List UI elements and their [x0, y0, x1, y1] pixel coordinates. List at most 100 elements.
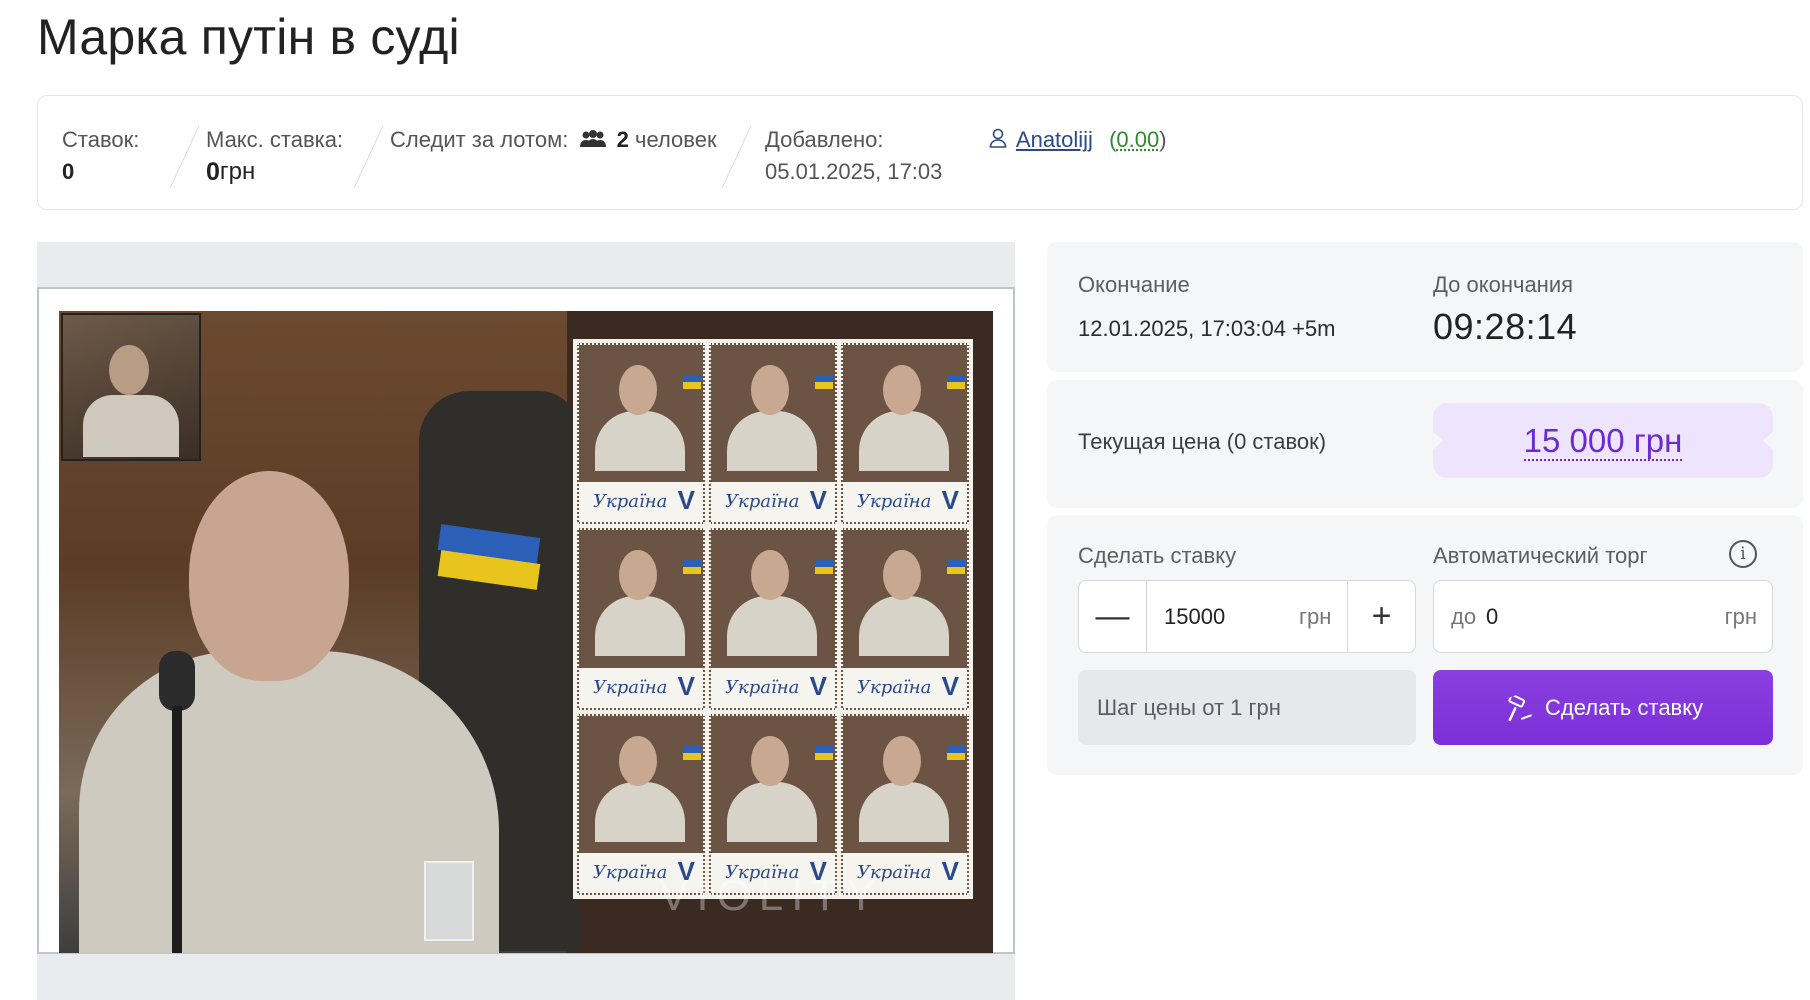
bid-stepper: — 15000 грн + — [1078, 580, 1416, 653]
seller-link[interactable]: Anatolijj — [1016, 127, 1093, 152]
stamp-band — [947, 375, 965, 389]
added-label: Добавлено: — [765, 127, 884, 152]
stamp-body — [727, 781, 817, 842]
stamp-body — [859, 781, 949, 842]
user-icon — [989, 125, 1007, 157]
stamp-head — [619, 365, 657, 415]
end-label: Окончание — [1078, 272, 1190, 297]
stamp-body — [595, 596, 685, 657]
microphone-icon — [159, 651, 195, 711]
stamp-v: V — [941, 855, 959, 886]
price-step-note: Шаг цены от 1 грн — [1078, 670, 1416, 745]
stamp: Україна V — [709, 343, 837, 525]
mic-stand — [172, 706, 182, 953]
remaining-label: До окончания — [1433, 272, 1574, 297]
glass-shape — [424, 861, 474, 941]
plus-icon[interactable]: + — [1347, 581, 1415, 652]
auto-bid-currency: грн — [1724, 604, 1757, 629]
minus-icon[interactable]: — — [1079, 581, 1147, 652]
stamp-body — [859, 596, 949, 657]
stamp: Україна V — [709, 713, 837, 895]
bid-label: Сделать ставку — [1078, 543, 1237, 568]
stamp-band — [947, 745, 965, 760]
watchers-block: Следит за лотом: 2 человек — [390, 124, 717, 157]
stamp-head — [751, 735, 789, 786]
added-value: 05.01.2025, 17:03 — [765, 159, 943, 184]
lot-photo[interactable]: Україна V Україна V Україна V Україна V Укра… — [59, 311, 993, 953]
people-icon — [579, 125, 607, 157]
countdown-timer: 09:28:14 — [1433, 306, 1578, 347]
stamp-band — [815, 745, 833, 760]
watermark: VIOLITY — [659, 871, 884, 920]
bids-label: Ставок: — [62, 127, 140, 152]
stamp-band — [683, 560, 701, 575]
stamp-body — [595, 411, 685, 471]
stamp-band — [815, 560, 833, 575]
seller-rating[interactable]: 0.00 — [1116, 127, 1159, 152]
stamp-v: V — [941, 485, 959, 516]
current-price-value: 15 000 грн — [1523, 422, 1683, 461]
stamp: Україна V — [709, 528, 837, 710]
stamp-v: V — [809, 670, 827, 701]
stamp-head — [619, 550, 657, 601]
max-bid-block: Макс. ставка: 0 грн — [206, 124, 343, 189]
stamp-v: V — [677, 485, 695, 516]
stamp-v: V — [941, 670, 959, 701]
stamp-head — [883, 735, 921, 786]
lot-image-frame[interactable]: Україна V Україна V Україна V Україна V Укра… — [37, 287, 1015, 954]
stamp-head — [619, 735, 657, 786]
stamp: Україна V — [577, 343, 705, 525]
auto-bid-input[interactable]: до 0 грн — [1433, 580, 1773, 653]
auto-bid-label: Автоматический торг — [1433, 543, 1648, 568]
seller-block: Anatolijj (0.00) — [989, 124, 1167, 157]
inset-head — [109, 345, 149, 395]
watchers-unit: человек — [635, 127, 717, 152]
person-head — [189, 471, 349, 681]
bids-count-block: Ставок: 0 — [62, 124, 140, 184]
gavel-icon — [1491, 668, 1541, 747]
info-icon[interactable]: i — [1729, 540, 1757, 568]
stamp-band — [947, 560, 965, 575]
bid-currency: грн — [1299, 604, 1332, 629]
added-block: Добавлено: 05.01.2025, 17:03 — [765, 124, 942, 188]
lot-info-bar: Ставок: 0 Макс. ставка: 0 грн Следит за … — [37, 95, 1803, 210]
stamp-head — [751, 550, 789, 601]
place-bid-button[interactable]: Сделать ставку — [1433, 670, 1773, 745]
auto-bid-value[interactable]: 0 — [1486, 581, 1498, 652]
auction-timing-box — [1047, 242, 1803, 372]
stamp-body — [727, 411, 817, 471]
stamp-head — [883, 550, 921, 601]
watchers-label: Следит за лотом: — [390, 127, 569, 152]
stamp-body — [727, 596, 817, 657]
stamp: Україна V — [577, 528, 705, 710]
stamp-band — [683, 375, 701, 389]
place-bid-label: Сделать ставку — [1545, 695, 1704, 720]
bids-value: 0 — [62, 159, 75, 184]
stamp-head — [751, 365, 789, 415]
stamp: Україна V — [841, 528, 969, 710]
bid-amount-input[interactable]: 15000 — [1164, 581, 1225, 652]
watchers-count: 2 — [616, 127, 629, 152]
current-price-text: 15 000 грн — [1433, 403, 1773, 478]
stamp-head — [883, 365, 921, 415]
max-bid-label: Макс. ставка: — [206, 127, 344, 152]
stamp-band — [683, 745, 701, 760]
divider — [721, 126, 752, 188]
divider — [169, 126, 200, 188]
lot-image-panel: Україна V Україна V Україна V Україна V Укра… — [37, 242, 1015, 1000]
stamp: Україна V — [841, 713, 969, 895]
current-price-badge: 15 000 грн — [1433, 403, 1773, 478]
page-title: Марка путін в суді — [37, 9, 460, 65]
photo-inset — [61, 313, 201, 461]
stamp: Україна V — [841, 343, 969, 525]
stamp-body — [595, 781, 685, 842]
inset-body — [83, 395, 179, 457]
current-price-label: Текущая цена (0 ставок) — [1078, 429, 1327, 454]
stamp-band — [815, 375, 833, 389]
stamp-v: V — [809, 485, 827, 516]
stamp: Україна V — [577, 713, 705, 895]
max-bid-amount: 0 — [206, 158, 220, 186]
max-bid-currency: грн — [219, 158, 256, 185]
stamp-body — [859, 411, 949, 471]
stamp-sheet: Україна V Україна V Україна V Україна V Укра… — [573, 339, 973, 899]
